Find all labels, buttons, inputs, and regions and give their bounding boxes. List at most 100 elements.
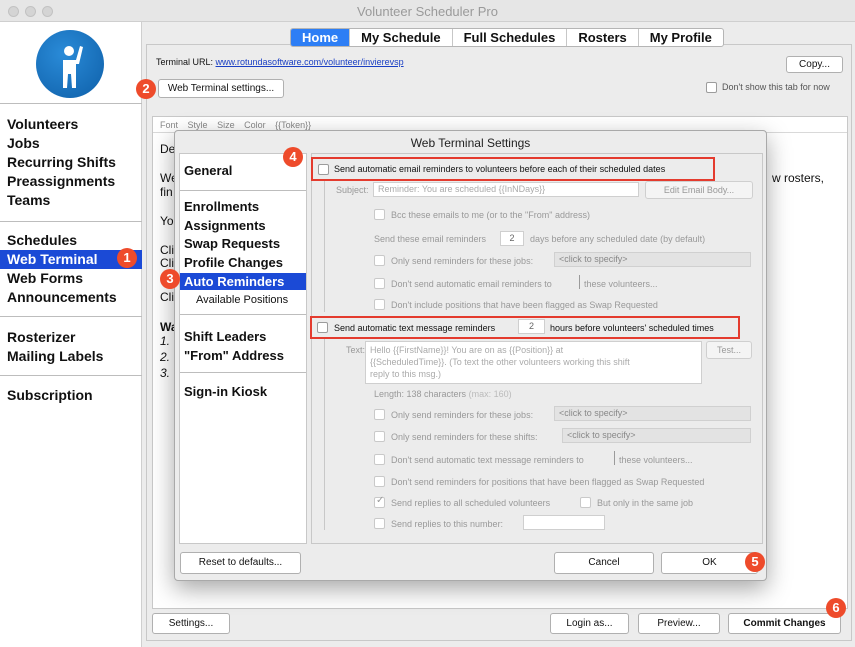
web-terminal-settings-button[interactable]: Web Terminal settings... (158, 79, 284, 98)
text-shifts-specify-field[interactable]: <click to specify> (562, 428, 751, 443)
text-message-field[interactable]: Hello {{FirstName}}! You are on as {{Pos… (365, 341, 702, 384)
editor-line: Cli (160, 290, 174, 304)
sidebar-item-web-forms[interactable]: Web Forms (0, 269, 142, 288)
sidebar-item-mailing-labels[interactable]: Mailing Labels (0, 347, 142, 366)
tab-my-schedule[interactable]: My Schedule (350, 29, 453, 46)
editor-line: 2. (160, 350, 171, 364)
dialog-item-shift-leaders[interactable]: Shift Leaders (180, 328, 306, 345)
email-reminders-highlight (311, 157, 715, 181)
test-button[interactable]: Test... (706, 341, 752, 359)
days-before-field[interactable]: 2 (500, 231, 524, 246)
dialog-item-auto-reminders[interactable]: Auto Reminders (180, 273, 306, 290)
subject-field[interactable]: Reminder: You are scheduled {{InNDays}} (373, 182, 639, 197)
dialog-item-from-address[interactable]: "From" Address (180, 347, 306, 364)
dialog-title: Web Terminal Settings (410, 136, 531, 150)
volunteer-figure-icon (63, 46, 83, 88)
editor-line: 3. (160, 366, 171, 380)
dont-include-swap-checkbox[interactable] (374, 299, 385, 310)
dont-show-tab-checkbox[interactable] (706, 82, 717, 93)
editor-line: Cli (160, 243, 174, 257)
token-menu[interactable]: {{Token}} (275, 120, 311, 130)
reset-to-defaults-button[interactable]: Reset to defaults... (180, 552, 301, 574)
editor-line: 1. (160, 334, 171, 348)
sidebar-item-teams[interactable]: Teams (0, 191, 142, 210)
callout-badge-5: 5 (745, 552, 765, 572)
tab-rosters[interactable]: Rosters (567, 29, 639, 46)
subject-label: Subject: (336, 185, 369, 195)
ok-button[interactable]: OK (661, 552, 758, 574)
terminal-url-row: Terminal URL: www.rotundasoftware.com/vo… (156, 57, 404, 67)
text-only-shifts-label: Only send reminders for these shifts: (391, 432, 538, 442)
tab-home[interactable]: Home (291, 29, 351, 46)
email-dont-send-to-label: Don't send automatic email reminders to (391, 279, 552, 289)
sidebar-item-subscription[interactable]: Subscription (0, 386, 142, 405)
text-length-max: (max: 160) (468, 389, 512, 399)
text-jobs-specify-field[interactable]: <click to specify> (554, 406, 751, 421)
callout-badge-3: 3 (160, 269, 180, 289)
dialog-sidebar: General Enrollments Assignments Swap Req… (179, 153, 307, 544)
editor-line: fin (160, 185, 173, 199)
dialog-item-enrollments[interactable]: Enrollments (180, 198, 306, 215)
editor-line: Yo (160, 214, 174, 228)
preview-button[interactable]: Preview... (638, 613, 720, 634)
reply-number-field[interactable] (523, 515, 605, 530)
style-menu[interactable]: Style (188, 120, 208, 130)
email-dont-send-to-checkbox[interactable] (374, 278, 385, 289)
callout-badge-1: 1 (117, 248, 137, 268)
text-only-jobs-checkbox[interactable] (374, 409, 385, 420)
login-as-button[interactable]: Login as... (550, 613, 629, 634)
send-replies-number-checkbox[interactable] (374, 518, 385, 529)
sidebar: Volunteers Jobs Recurring Shifts Preassi… (0, 22, 142, 647)
send-these-suffix: days before any scheduled date (by defau… (530, 234, 706, 244)
sidebar-item-recurring-shifts[interactable]: Recurring Shifts (0, 153, 142, 172)
commit-changes-button[interactable]: Commit Changes (728, 613, 841, 634)
sidebar-item-jobs[interactable]: Jobs (0, 134, 142, 153)
dont-send-flagged-label: Don't send reminders for positions that … (391, 477, 705, 487)
top-tabs: Home My Schedule Full Schedules Rosters … (290, 28, 724, 47)
email-jobs-specify-field[interactable]: <click to specify> (554, 252, 751, 267)
text-dont-send-to-checkbox[interactable] (374, 454, 385, 465)
font-menu[interactable]: Font (160, 120, 178, 130)
dont-include-swap-label: Don't include positions that have been f… (391, 300, 658, 310)
email-only-jobs-checkbox[interactable] (374, 255, 385, 266)
dialog-item-profile-changes[interactable]: Profile Changes (180, 254, 306, 271)
dialog-item-swap-requests[interactable]: Swap Requests (180, 235, 306, 252)
same-job-checkbox[interactable] (580, 497, 591, 508)
sidebar-item-preassignments[interactable]: Preassignments (0, 172, 142, 191)
cancel-button[interactable]: Cancel (554, 552, 654, 574)
sidebar-item-volunteers[interactable]: Volunteers (0, 115, 142, 134)
dont-show-tab-label: Don't show this tab for now (722, 82, 830, 92)
editor-line: Cli (160, 256, 174, 270)
text-reminders-highlight (310, 316, 740, 339)
color-menu[interactable]: Color (244, 120, 266, 130)
copy-button[interactable]: Copy... (786, 56, 843, 73)
text-only-shifts-checkbox[interactable] (374, 431, 385, 442)
send-replies-all-label: Send replies to all scheduled volunteers (391, 498, 551, 508)
dont-send-flagged-checkbox[interactable] (374, 476, 385, 487)
size-menu[interactable]: Size (217, 120, 235, 130)
callout-badge-2: 2 (136, 79, 156, 99)
email-only-jobs-label: Only send reminders for these jobs: (391, 256, 534, 266)
email-these-volunteers-link[interactable]: these volunteers... (584, 279, 658, 289)
bcc-checkbox[interactable] (374, 209, 385, 220)
send-replies-all-checkbox[interactable] (374, 495, 385, 508)
text-length-label: Length: 138 characters (max: 160) (374, 389, 512, 399)
sidebar-item-announcements[interactable]: Announcements (0, 288, 142, 307)
dialog-item-assignments[interactable]: Assignments (180, 217, 306, 234)
window-title: Volunteer Scheduler Pro (357, 4, 498, 19)
app-logo (36, 30, 104, 98)
text-message-line3: reply to this msg.) (370, 369, 442, 379)
sidebar-item-rosterizer[interactable]: Rosterizer (0, 328, 142, 347)
tab-my-profile[interactable]: My Profile (639, 29, 723, 46)
text-these-volunteers-link[interactable]: these volunteers... (619, 455, 693, 465)
dialog-item-available-positions[interactable]: Available Positions (180, 292, 306, 309)
text-message-line2: {{ScheduledTime}}. (To text the other vo… (370, 357, 630, 367)
text-message-line1: Hello {{FirstName}}! You are on as {{Pos… (370, 345, 564, 355)
send-replies-number-label: Send replies to this number: (391, 519, 504, 529)
sidebar-item-schedules[interactable]: Schedules (0, 231, 142, 250)
dialog-item-sign-in-kiosk[interactable]: Sign-in Kiosk (180, 383, 306, 400)
tab-full-schedules[interactable]: Full Schedules (453, 29, 568, 46)
settings-button[interactable]: Settings... (152, 613, 230, 634)
terminal-url-link[interactable]: www.rotundasoftware.com/volunteer/invier… (216, 57, 404, 67)
edit-email-body-button[interactable]: Edit Email Body... (645, 181, 753, 199)
